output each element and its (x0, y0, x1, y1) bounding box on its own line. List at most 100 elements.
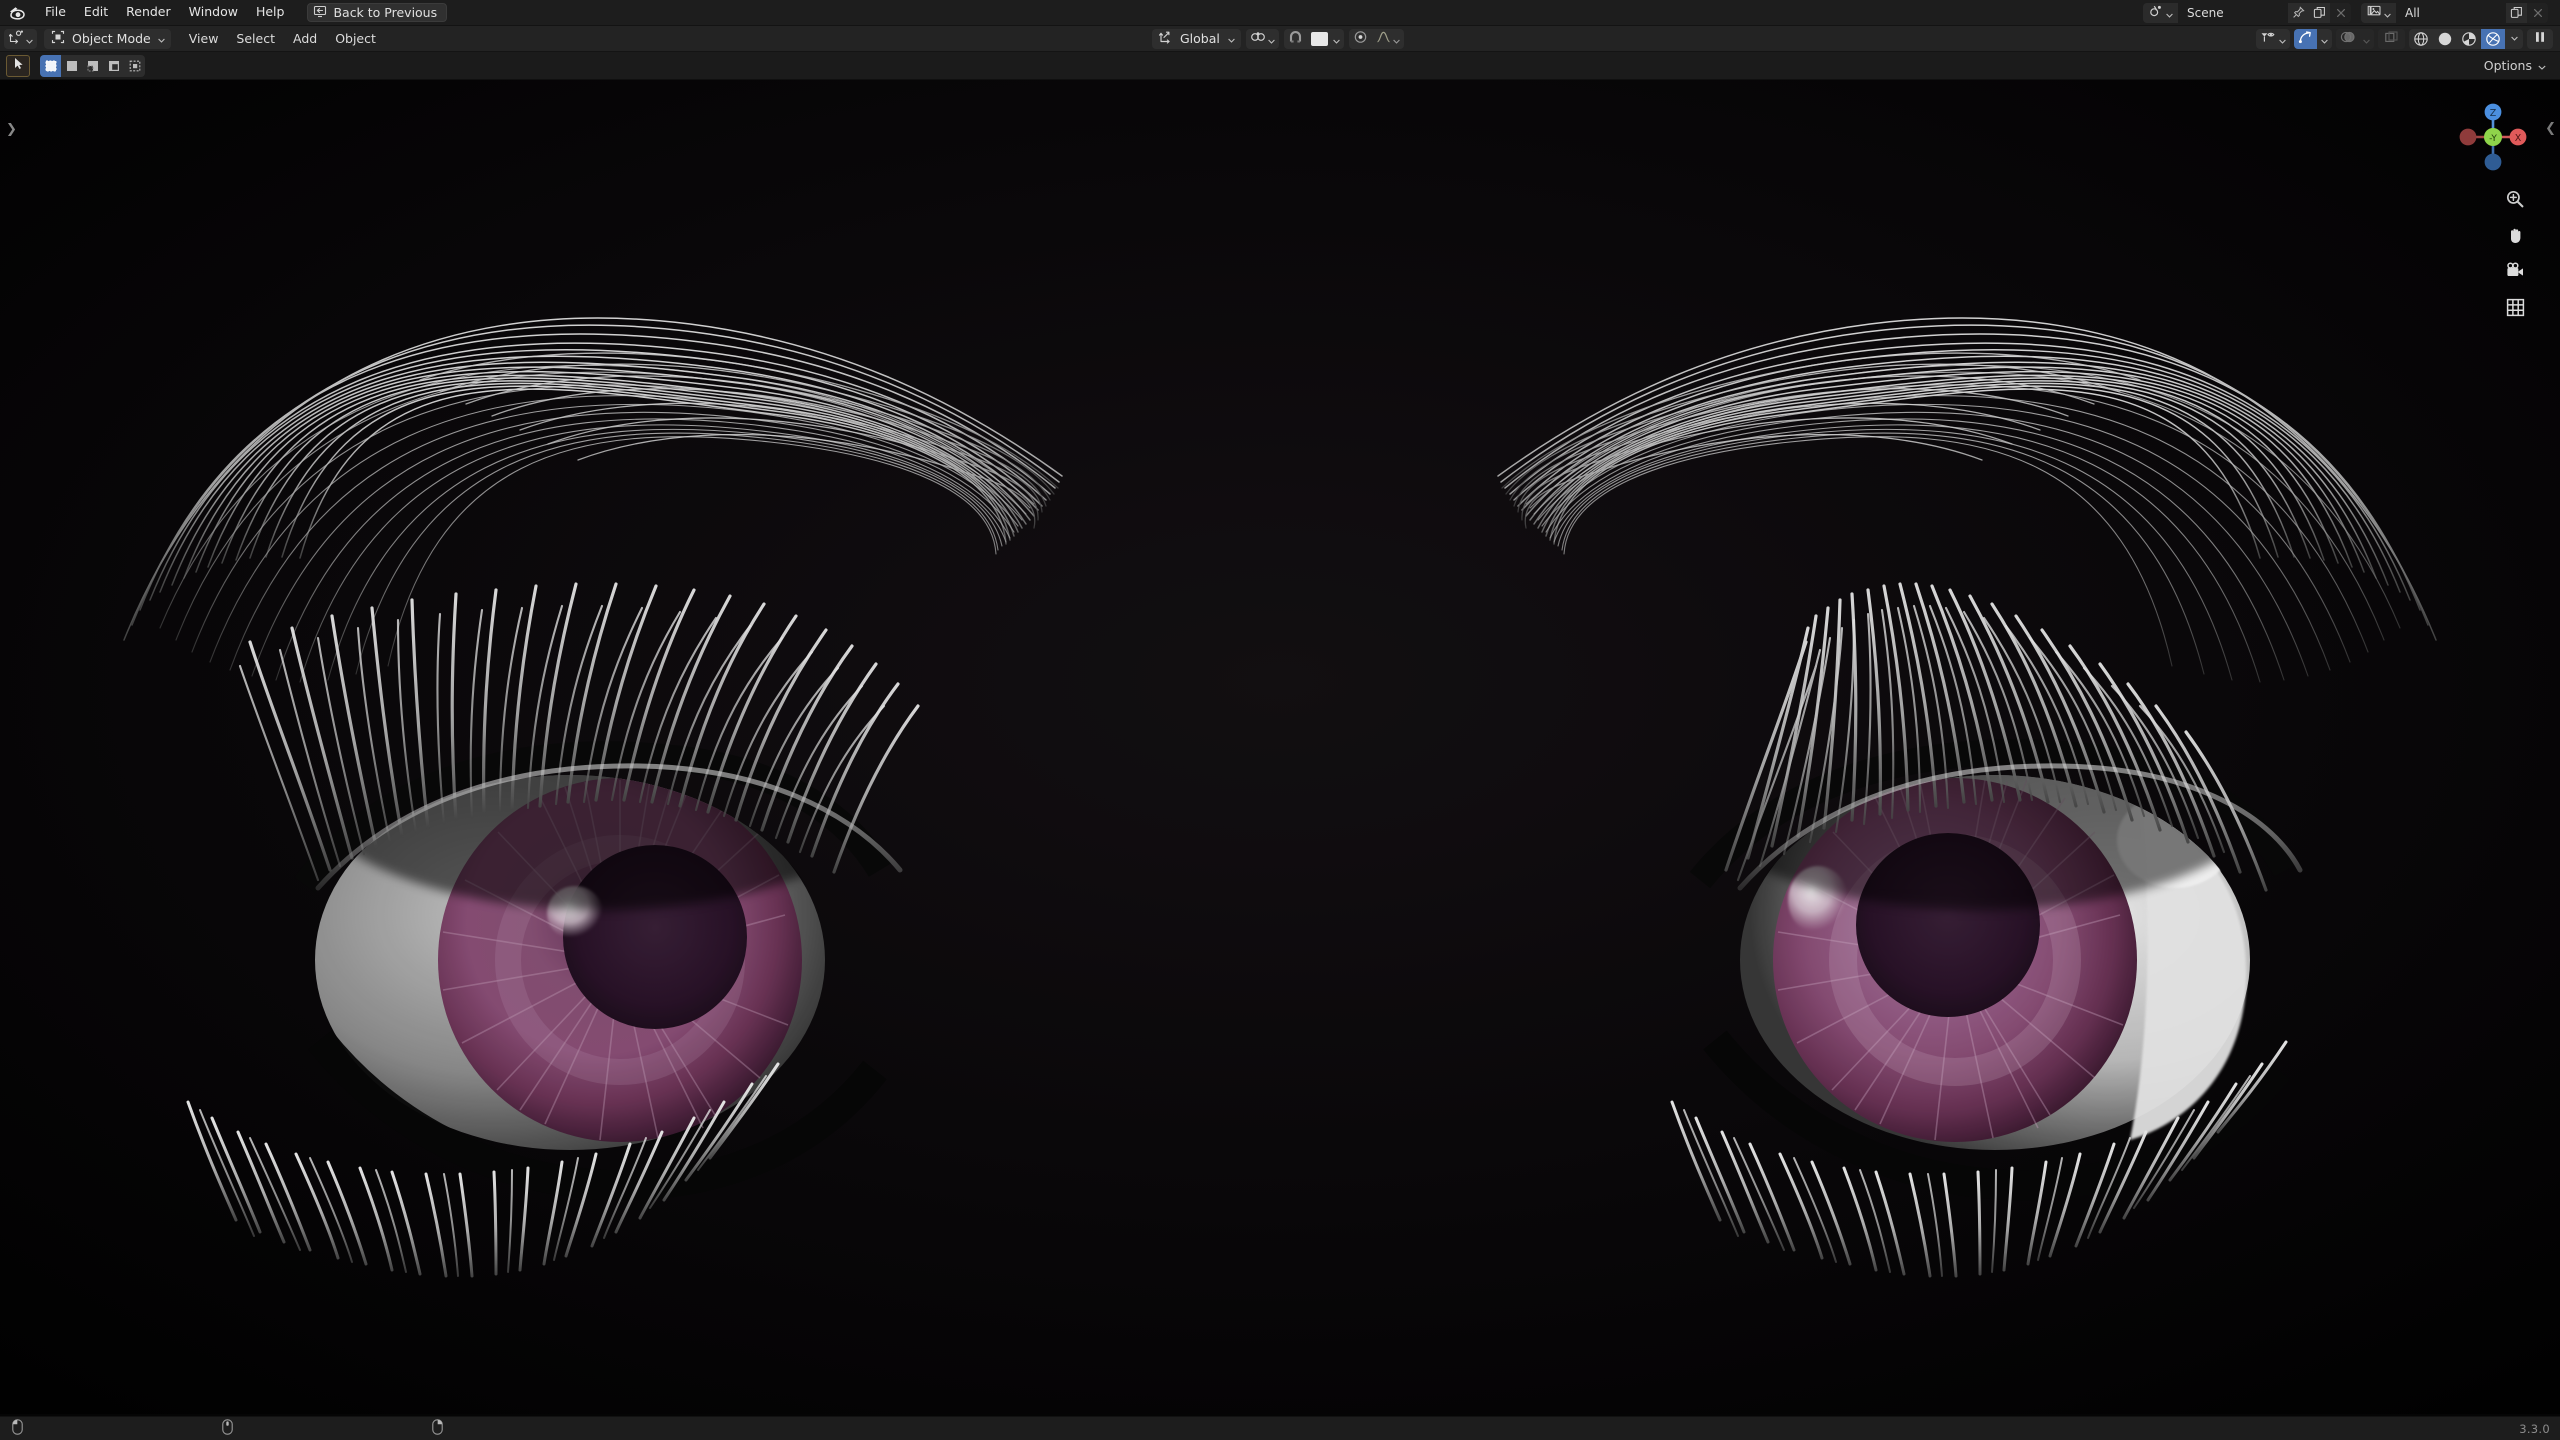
status-hint-left-mouse (12, 1419, 29, 1438)
back-to-previous-icon (313, 5, 327, 21)
gizmo-axis-negative-z (2484, 153, 2502, 171)
select-subtract-button[interactable] (82, 55, 103, 77)
overlays-options-dropdown[interactable] (2359, 28, 2374, 49)
gizmo-axis-x-label: X (2515, 133, 2522, 144)
snap-target-icon (1250, 29, 1266, 48)
snap-element-swatch (1310, 31, 1328, 46)
viewport-menu-add[interactable]: Add (285, 28, 325, 49)
topbar-right-controls: Scene All (2143, 2, 2554, 23)
shading-rendered[interactable] (2481, 28, 2505, 49)
toggle-xray-button[interactable] (2378, 28, 2405, 49)
back-to-previous-label: Back to Previous (333, 5, 438, 20)
smooth-falloff-icon (1376, 29, 1391, 48)
select-extend-button[interactable] (61, 55, 82, 77)
interaction-mode-label: Object Mode (72, 31, 151, 46)
proportional-editing-toggle[interactable] (1349, 29, 1372, 49)
interaction-mode-chevron-down-icon (157, 31, 165, 46)
viewport-menu-view[interactable]: View (181, 28, 227, 49)
scene-name[interactable]: Scene (2178, 2, 2288, 23)
shading-options-dropdown[interactable] (2505, 29, 2523, 49)
snap-target-group (1245, 28, 1279, 49)
viewport-menu-select[interactable]: Select (228, 28, 283, 49)
toggle-xray-icon (2384, 29, 2399, 48)
new-view-layer-icon[interactable] (2506, 2, 2527, 23)
transform-orientation-selector[interactable]: Global (1152, 28, 1241, 49)
menu-help[interactable]: Help (247, 3, 294, 22)
editor-type-3d-viewport-icon (8, 29, 24, 48)
pin-icon[interactable] (2288, 2, 2309, 23)
blender-version-label: 3.3.0 (2519, 1421, 2550, 1436)
tool-options-label: Options (2483, 58, 2532, 73)
transform-orientation-icon (1158, 30, 1172, 47)
scene-selector[interactable]: Scene (2143, 2, 2353, 23)
snap-target-icon-button[interactable] (1246, 29, 1279, 49)
scene-data-icon-button[interactable] (2143, 2, 2178, 23)
proportional-editing-icon (1353, 29, 1368, 48)
snap-to-element-button[interactable] (1307, 29, 1344, 49)
object-visibility-group (2256, 28, 2290, 49)
rendered-eyes-scene (0, 80, 2560, 1414)
overlays-chevron-down-icon (2363, 29, 2370, 48)
expand-sidebar-chevron-icon[interactable]: ❯ (2, 120, 21, 139)
camera-view-icon[interactable] (2504, 260, 2526, 282)
snapping-group (1283, 28, 1344, 49)
shading-wireframe[interactable] (2409, 29, 2433, 49)
editor-type-selector[interactable] (4, 28, 37, 49)
new-scene-icon[interactable] (2309, 2, 2330, 23)
status-hint-middle-mouse (222, 1419, 239, 1438)
select-invert-button[interactable] (103, 55, 124, 77)
blender-application-window: File Edit Render Window Help Back to Pre… (0, 0, 2560, 1440)
viewport-header-center-controls: Global (1152, 28, 1404, 49)
overlays-group (2336, 28, 2374, 49)
interaction-mode-selector[interactable]: Object Mode (44, 28, 171, 49)
view-layer-trail-buttons (2506, 2, 2550, 23)
tool-options-dropdown[interactable]: Options (2476, 56, 2554, 75)
unlink-scene-icon[interactable] (2330, 2, 2351, 23)
gizmo-group (2294, 28, 2332, 49)
snap-magnet-toggle[interactable] (1284, 29, 1307, 49)
remove-view-layer-icon[interactable] (2527, 2, 2548, 23)
menu-window[interactable]: Window (180, 3, 247, 22)
expand-properties-chevron-icon[interactable]: ❮ (2545, 122, 2556, 135)
gizmo-options-dropdown[interactable] (2317, 28, 2332, 49)
menu-edit[interactable]: Edit (75, 3, 117, 22)
back-to-previous-button[interactable]: Back to Previous (307, 3, 448, 22)
overlays-toggle[interactable] (2336, 28, 2359, 49)
gizmo-toggle-icon (2298, 29, 2313, 48)
select-set-button[interactable] (40, 54, 61, 77)
menu-render[interactable]: Render (117, 3, 180, 22)
menu-file[interactable]: File (36, 3, 75, 22)
select-intersect-button[interactable] (124, 55, 145, 77)
viewport-menu-object[interactable]: Object (327, 28, 384, 49)
tweak-tool-icon (11, 56, 26, 75)
shading-material-preview[interactable] (2457, 29, 2481, 49)
object-visibility-icon (2260, 29, 2277, 48)
proportional-falloff-selector[interactable] (1372, 29, 1404, 49)
view-layer-icon-button[interactable] (2361, 2, 2396, 23)
topbar: File Edit Render Window Help Back to Pre… (0, 0, 2560, 26)
view-layer-selector[interactable]: All (2361, 2, 2550, 23)
view-layer-name[interactable]: All (2396, 2, 2506, 23)
transform-orientation-label: Global (1180, 31, 1220, 46)
gizmo-toggle[interactable] (2294, 28, 2317, 49)
status-hint-right-mouse (432, 1419, 449, 1438)
tweak-tool-button[interactable] (6, 54, 30, 77)
gizmo-axis-negative-x (2459, 128, 2477, 146)
navigation-gizmo[interactable]: Z X -Y (2454, 98, 2532, 176)
object-visibility-button[interactable] (2256, 29, 2290, 49)
3d-viewport[interactable]: ❯ ❮ Z X -Y (0, 80, 2560, 1416)
shading-solid[interactable] (2433, 29, 2457, 49)
pause-render-icon (2534, 29, 2546, 48)
scene-chevron-down-icon (2166, 3, 2173, 22)
pan-view-icon[interactable] (2504, 224, 2526, 246)
pause-render-button[interactable] (2527, 28, 2553, 49)
proportional-editing-group (1348, 28, 1404, 49)
gizmo-chevron-down-icon (2321, 29, 2328, 48)
blender-logo-icon[interactable] (6, 4, 30, 22)
mouse-right-button-icon (432, 1419, 443, 1438)
toggle-orthographic-icon[interactable] (2504, 296, 2526, 318)
viewport-navigation-tools (2504, 188, 2526, 318)
zoom-view-icon[interactable] (2504, 188, 2526, 210)
scene-data-icon (2149, 3, 2163, 22)
view-layer-chevron-down-icon (2384, 3, 2391, 22)
